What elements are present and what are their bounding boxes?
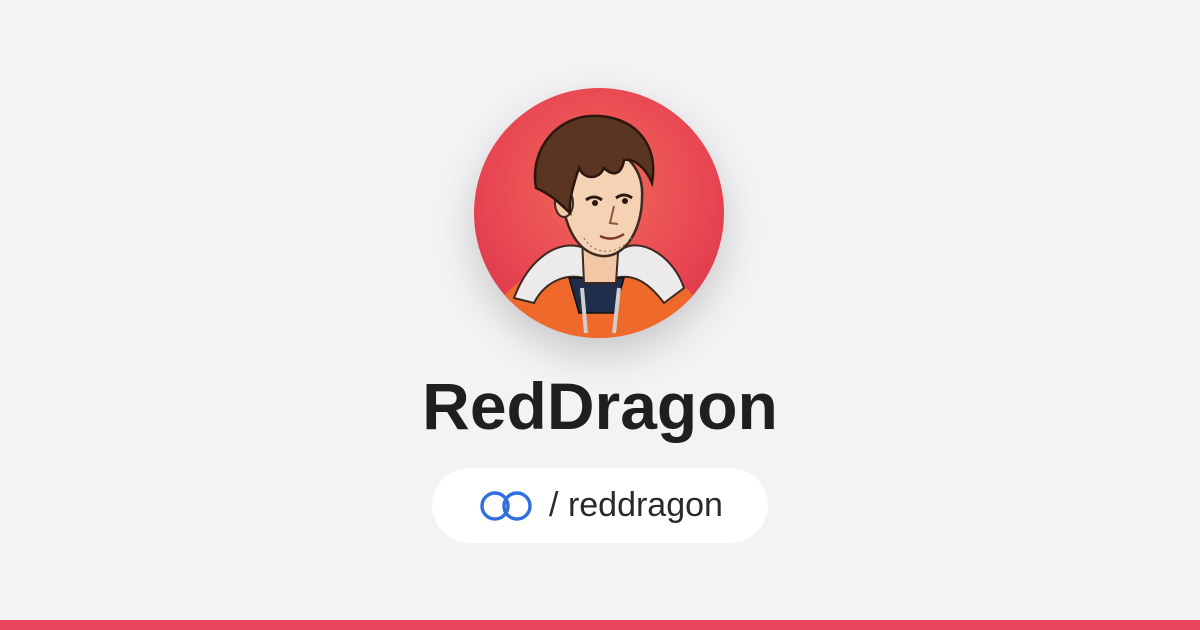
avatar xyxy=(474,88,724,338)
linked-rings-icon xyxy=(480,490,532,521)
avatar-illustration xyxy=(474,88,724,338)
profile-handle: / reddragon xyxy=(549,486,723,524)
accent-bar xyxy=(0,620,1200,630)
profile-card: RedDragon / reddragon xyxy=(0,0,1200,630)
profile-name: RedDragon xyxy=(422,369,778,443)
profile-handle-pill[interactable]: / reddragon xyxy=(432,468,768,543)
